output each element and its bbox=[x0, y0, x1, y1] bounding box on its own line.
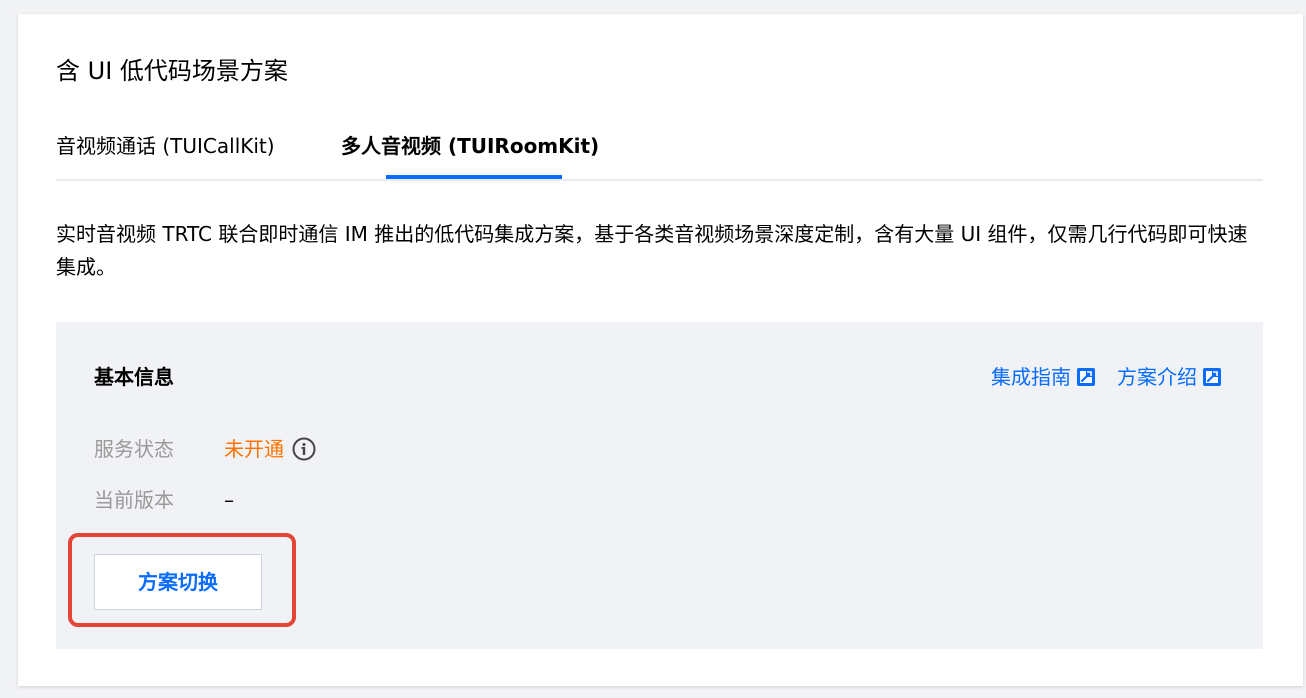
basic-info-panel: 基本信息 集成指南 方案介绍 服务状态 未开通 当前版本 – 方案切换 bbox=[56, 322, 1263, 649]
solution-intro-label: 方案介绍 bbox=[1117, 365, 1197, 389]
current-version-value: – bbox=[224, 488, 234, 512]
basic-info-title: 基本信息 bbox=[94, 365, 174, 389]
active-tab-indicator bbox=[386, 175, 562, 179]
integration-guide-link[interactable]: 集成指南 bbox=[991, 362, 1095, 392]
current-version-row: 当前版本 – bbox=[94, 485, 234, 515]
solution-card: 含 UI 低代码场景方案 音视频通话 (TUICallKit) 多人音视频 (T… bbox=[18, 14, 1303, 686]
info-icon[interactable] bbox=[292, 437, 316, 461]
external-link-icon bbox=[1203, 368, 1221, 386]
tab-tuiroomkit[interactable]: 多人音视频 (TUIRoomKit) bbox=[341, 126, 599, 179]
external-link-icon bbox=[1077, 368, 1095, 386]
integration-guide-label: 集成指南 bbox=[991, 365, 1071, 389]
service-status-row: 服务状态 未开通 bbox=[94, 434, 316, 464]
solution-intro-link[interactable]: 方案介绍 bbox=[1117, 362, 1221, 392]
solution-description: 实时音视频 TRTC 联合即时通信 IM 推出的低代码集成方案，基于各类音视频场… bbox=[56, 222, 1248, 279]
service-status-label: 服务状态 bbox=[94, 437, 174, 461]
section-title: 含 UI 低代码场景方案 bbox=[56, 57, 288, 85]
service-status-value: 未开通 bbox=[224, 437, 284, 461]
switch-solution-button[interactable]: 方案切换 bbox=[94, 554, 262, 610]
current-version-label: 当前版本 bbox=[94, 488, 174, 512]
tab-tuicallkit[interactable]: 音视频通话 (TUICallKit) bbox=[56, 126, 275, 179]
info-links: 集成指南 方案介绍 bbox=[991, 362, 1221, 392]
tab-bar: 音视频通话 (TUICallKit) 多人音视频 (TUIRoomKit) bbox=[56, 126, 1263, 181]
